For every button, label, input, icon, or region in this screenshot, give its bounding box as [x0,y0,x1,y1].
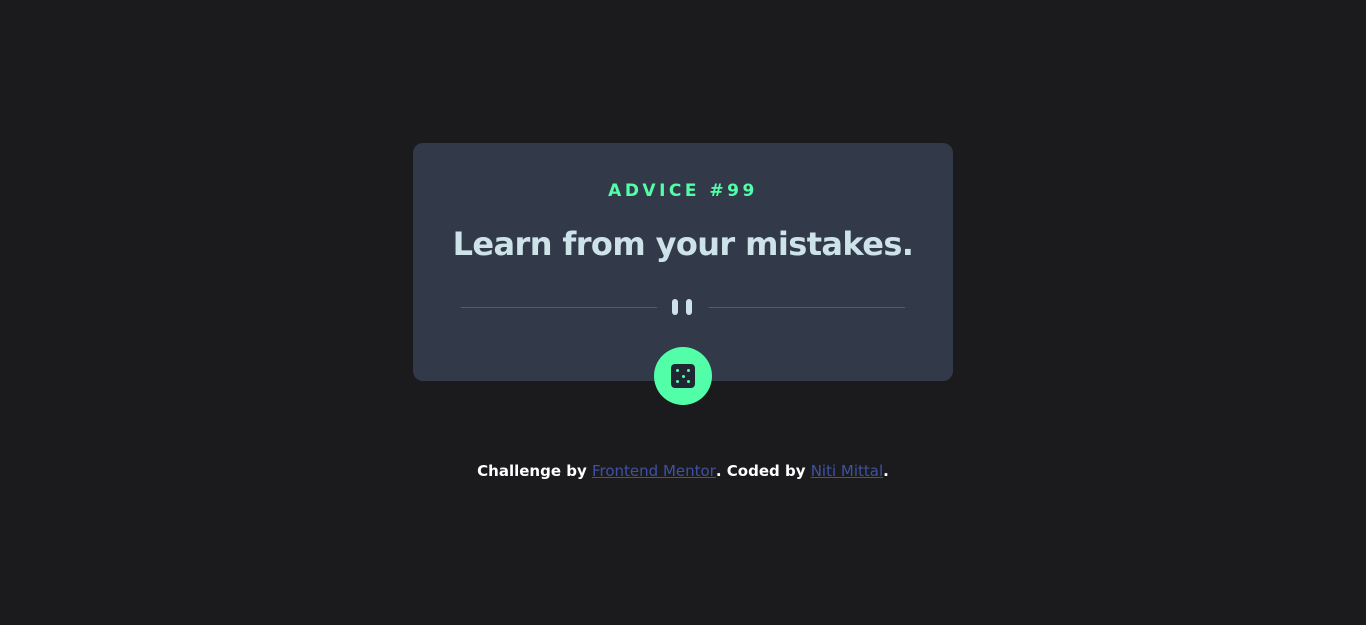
divider-line-right [709,307,905,308]
divider [461,298,905,316]
author-link[interactable]: Niti Mittal [811,462,883,480]
advice-card: ADVICE #99 Learn from your mistakes. [413,143,953,381]
divider-line-left [461,307,657,308]
attribution-middle: . Coded by [715,462,811,480]
dice-icon [671,364,695,388]
frontend-mentor-link[interactable]: Frontend Mentor [592,462,716,480]
attribution-prefix: Challenge by [477,462,592,480]
advice-id: ADVICE #99 [608,181,758,201]
attribution: Challenge by Frontend Mentor. Coded by N… [0,462,1366,480]
advice-quote: Learn from your mistakes. [452,225,914,263]
pause-icon [672,299,694,315]
new-advice-button[interactable] [654,347,712,405]
attribution-suffix: . [883,462,889,480]
